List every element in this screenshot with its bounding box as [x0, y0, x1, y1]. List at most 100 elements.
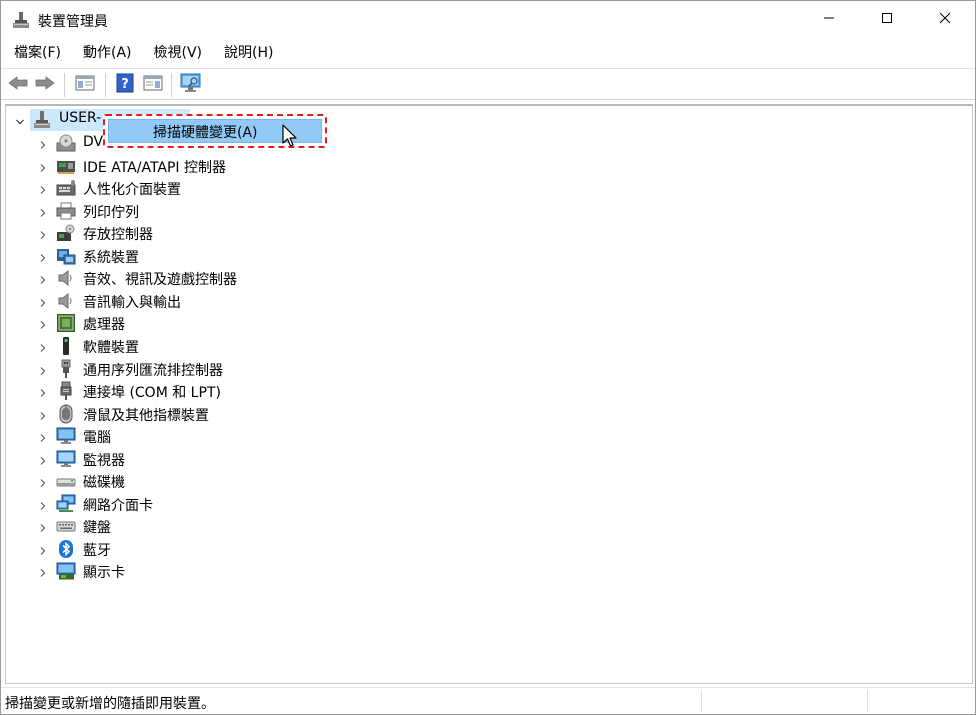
- computer-monitor-icon: [56, 426, 76, 446]
- expand-chevron-icon[interactable]: [38, 318, 48, 330]
- expand-chevron-icon[interactable]: [38, 273, 48, 285]
- maximize-button[interactable]: [859, 1, 915, 39]
- tree-item-label[interactable]: 網路介面卡: [83, 495, 153, 515]
- tree-item-label[interactable]: 電腦: [83, 427, 111, 447]
- monitor-icon: [56, 449, 76, 469]
- tree-item-label[interactable]: 軟體裝置: [83, 337, 139, 357]
- context-menu-label: 掃描硬體變更(A): [153, 125, 258, 141]
- tree-item-label[interactable]: 通用序列匯流排控制器: [83, 360, 223, 380]
- menu-action[interactable]: 動作(A): [76, 41, 139, 65]
- storage-controller-icon: [56, 223, 76, 243]
- expand-chevron-icon[interactable]: [38, 566, 48, 578]
- tree-item-label[interactable]: IDE ATA/ATAPI 控制器: [83, 157, 226, 177]
- expand-chevron-icon[interactable]: [38, 454, 48, 465]
- expand-chevron-icon[interactable]: [38, 206, 48, 217]
- back-button[interactable]: [7, 74, 29, 96]
- device-tree[interactable]: USER- DV IDE ATA/ATAPI 控制器 人性化介面裝置 列印佇列 存放控制…: [5, 104, 973, 684]
- maximize-icon: [881, 12, 893, 28]
- menu-file[interactable]: 檔案(F): [8, 41, 68, 65]
- printer-icon: [56, 201, 76, 221]
- minimize-button[interactable]: [801, 1, 857, 39]
- software-device-icon: [56, 336, 76, 356]
- status-separator: [701, 690, 702, 712]
- svg-text:?: ?: [121, 77, 129, 92]
- toolbar-separator: [105, 73, 106, 97]
- back-arrow-icon: [8, 75, 28, 95]
- computer-tower-icon: [32, 110, 52, 130]
- title-bar[interactable]: 裝置管理員: [1, 1, 975, 39]
- mouse-icon: [56, 404, 76, 424]
- forward-button[interactable]: [34, 74, 56, 96]
- expand-chevron-icon[interactable]: [38, 409, 48, 420]
- expand-chevron-icon[interactable]: [38, 499, 48, 510]
- toolbar-separator: [171, 73, 172, 97]
- minimize-icon: [823, 12, 835, 28]
- device-manager-icon: [12, 11, 30, 29]
- tree-item-label[interactable]: 滑鼠及其他指標裝置: [83, 405, 209, 425]
- tree-item-label[interactable]: 鍵盤: [83, 517, 111, 537]
- expand-chevron-icon[interactable]: [38, 364, 48, 375]
- tree-item-label[interactable]: 連接埠 (COM 和 LPT): [83, 382, 221, 402]
- expand-chevron-icon[interactable]: [38, 183, 48, 194]
- tree-item-label[interactable]: 存放控制器: [83, 224, 153, 244]
- toolbar: ?: [1, 68, 975, 100]
- tree-item-label[interactable]: 系統裝置: [83, 247, 139, 267]
- tree-item-label[interactable]: 音訊輸入與輸出: [83, 292, 181, 312]
- menu-bar: 檔案(F) 動作(A) 檢視(V) 說明(H): [1, 41, 288, 65]
- tree-root-label[interactable]: USER-: [59, 110, 101, 126]
- tree-item-label[interactable]: 列印佇列: [83, 202, 139, 222]
- device-manager-window: 裝置管理員 檔案(F) 動作(A) 檢視(V) 說明(H) ? USER- DV…: [0, 0, 976, 715]
- expand-chevron-icon[interactable]: [38, 161, 48, 172]
- scan-hardware-button[interactable]: [180, 73, 202, 97]
- action-pane-button[interactable]: [142, 74, 164, 96]
- display-adapter-icon: [56, 561, 76, 581]
- collapse-chevron-icon[interactable]: [15, 115, 25, 125]
- tree-item-label[interactable]: 監視器: [83, 450, 125, 470]
- speaker-icon: [56, 291, 76, 311]
- system-device-icon: [56, 246, 76, 266]
- action-pane-icon: [143, 74, 163, 96]
- hid-icon: [56, 178, 76, 198]
- tree-item-label[interactable]: 處理器: [83, 314, 125, 334]
- close-button[interactable]: [917, 1, 973, 39]
- tree-item-label[interactable]: DV: [83, 134, 103, 150]
- help-button[interactable]: ?: [114, 73, 136, 97]
- ide-controller-icon: [56, 156, 76, 176]
- forward-arrow-icon: [35, 75, 55, 95]
- properties-pane-button[interactable]: [74, 74, 96, 96]
- close-icon: [939, 12, 951, 28]
- window-title: 裝置管理員: [38, 14, 108, 30]
- help-icon: ?: [116, 73, 134, 97]
- scan-monitor-icon: [180, 73, 202, 97]
- tree-item-label[interactable]: 人性化介面裝置: [83, 179, 181, 199]
- status-text: 掃描變更或新增的隨插即用裝置。: [5, 696, 215, 712]
- expand-chevron-icon[interactable]: [38, 341, 48, 352]
- expand-chevron-icon[interactable]: [38, 296, 48, 307]
- tree-item-label[interactable]: 音效、視訊及遊戲控制器: [83, 269, 237, 289]
- properties-pane-icon: [75, 74, 95, 96]
- tree-item-label[interactable]: 藍牙: [83, 540, 111, 560]
- expand-chevron-icon[interactable]: [38, 228, 48, 240]
- toolbar-separator: [64, 73, 65, 97]
- port-icon: [56, 381, 76, 401]
- expand-chevron-icon[interactable]: [38, 386, 48, 397]
- expand-chevron-icon[interactable]: [38, 544, 48, 555]
- status-bar: 掃描變更或新增的隨插即用裝置。: [1, 687, 975, 714]
- tree-item-label[interactable]: 磁碟機: [83, 472, 125, 492]
- menu-help[interactable]: 說明(H): [217, 41, 280, 65]
- keyboard-icon: [56, 516, 76, 536]
- expand-chevron-icon[interactable]: [38, 521, 48, 533]
- status-separator: [867, 690, 868, 712]
- usb-icon: [56, 359, 76, 379]
- expand-chevron-icon[interactable]: [38, 138, 48, 149]
- tree-item-label[interactable]: 顯示卡: [83, 562, 125, 582]
- expand-chevron-icon[interactable]: [38, 431, 48, 443]
- speaker-icon: [56, 268, 76, 288]
- disk-drive-icon: [56, 471, 76, 491]
- network-adapter-icon: [56, 494, 76, 514]
- dvd-drive-icon: [56, 133, 76, 153]
- mouse-cursor-icon: [282, 124, 298, 152]
- expand-chevron-icon[interactable]: [38, 251, 48, 262]
- menu-view[interactable]: 檢視(V): [147, 41, 210, 65]
- expand-chevron-icon[interactable]: [38, 476, 48, 488]
